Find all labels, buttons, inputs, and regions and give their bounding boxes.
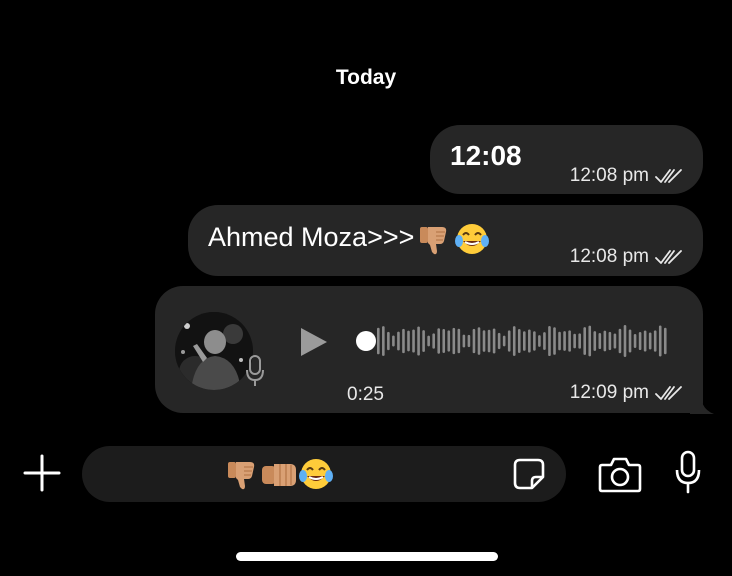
message-bubble-outgoing[interactable]: 12:08 12:08 pm	[430, 125, 703, 194]
waveform-bar	[628, 329, 632, 353]
message-text: Ahmed Moza>>>	[208, 222, 415, 253]
avatar	[175, 312, 253, 390]
message-time: 12:09 pm	[569, 382, 649, 403]
waveform-bar	[663, 327, 667, 355]
plus-icon[interactable]	[22, 453, 62, 493]
double-tick-icon	[655, 250, 682, 264]
waveform-bar	[467, 334, 471, 348]
voice-duration: 0:25	[347, 384, 384, 405]
tears-of-joy-icon	[455, 224, 490, 254]
message-meta: 12:08 pm	[570, 165, 683, 187]
waveform-bar	[392, 335, 395, 347]
waveform-bar	[608, 331, 612, 351]
waveform-bar	[507, 330, 511, 352]
waveform-bar	[533, 331, 536, 351]
waveform-bar	[407, 330, 410, 352]
microphone-icon	[246, 355, 264, 386]
double-tick-icon	[655, 386, 682, 400]
waveform-bar	[643, 330, 647, 352]
waveform-bar	[382, 326, 385, 356]
avatar-photo	[175, 312, 253, 390]
waveform-bar	[538, 335, 541, 347]
waveform-bar	[638, 331, 642, 351]
waveform-bar	[397, 331, 400, 351]
message-meta: 12:08 pm	[570, 246, 683, 268]
waveform-bar	[442, 329, 446, 353]
waveform-bar	[648, 332, 652, 350]
waveform-bar	[593, 331, 597, 351]
waveform-bar	[427, 335, 430, 347]
home-indicator[interactable]	[236, 552, 498, 561]
waveform-bar	[502, 335, 506, 347]
waveform-bar	[583, 327, 587, 355]
waveform-bar	[543, 332, 546, 350]
camera-icon[interactable]	[598, 455, 642, 493]
message-time: 12:08 pm	[569, 165, 649, 186]
waveform-bar	[482, 330, 486, 352]
waveform-bar	[623, 325, 627, 357]
waveform-bar	[517, 329, 521, 353]
waveform-bar	[573, 333, 576, 349]
waveform-bar	[437, 328, 441, 354]
date-separator: Today	[335, 66, 397, 89]
playhead-knob[interactable]	[356, 331, 376, 351]
waveform-bar	[598, 332, 602, 350]
waveform-bar	[422, 330, 425, 352]
sticker-icon[interactable]	[512, 457, 546, 491]
waveform-bar	[447, 330, 451, 352]
message-text: 12:08	[450, 140, 522, 171]
waveform-bar	[558, 331, 561, 351]
bubble-tail	[690, 388, 714, 414]
play-icon[interactable]	[299, 326, 329, 358]
waveform-bar	[497, 332, 501, 350]
waveform-bar	[512, 326, 516, 356]
waveform-bar	[588, 325, 592, 357]
waveform-bar	[613, 333, 617, 349]
waveform-bar	[653, 330, 657, 352]
waveform-bar	[417, 326, 420, 356]
waveform-bar	[487, 329, 491, 353]
waveform-bar	[462, 334, 466, 348]
waveform-bar	[452, 327, 456, 355]
tears-of-joy-icon	[299, 459, 333, 489]
waveform-bar	[553, 327, 556, 355]
waveform-bar	[457, 328, 461, 354]
thumbs-down-icon	[228, 462, 255, 490]
message-bubble-outgoing[interactable]: Ahmed Moza>>> 12:08 pm	[188, 205, 703, 276]
thumbs-down-icon	[420, 227, 447, 255]
waveform-bar	[472, 328, 476, 354]
waveform-bar	[402, 328, 405, 354]
waveform-bar	[548, 326, 551, 356]
microphone-icon[interactable]	[674, 450, 702, 494]
voice-message-bubble[interactable]: 0:25 12:09 pm	[155, 286, 703, 413]
waveform-bar	[477, 327, 481, 355]
message-meta: 12:09 pm	[570, 382, 683, 404]
waveform-bar	[523, 331, 526, 351]
waveform-bar	[603, 330, 607, 352]
waveform-bar	[658, 325, 662, 357]
message-time: 12:08 pm	[569, 246, 649, 267]
waveform-bar	[618, 328, 622, 354]
voice-waveform[interactable]	[355, 320, 675, 362]
double-tick-icon	[655, 169, 682, 183]
waveform-bar	[387, 331, 390, 351]
waveform-bar	[412, 329, 415, 353]
waveform-bar	[528, 329, 531, 353]
waveform-bar	[578, 333, 581, 349]
fist-bump-icon	[262, 464, 296, 486]
waveform-bar	[377, 327, 380, 355]
chat-screen: Today 12:08 12:08 pm Ahmed Moza>>> 12:08…	[0, 0, 732, 576]
waveform-bar	[432, 333, 435, 349]
waveform-bar	[563, 331, 566, 351]
waveform-bar	[633, 334, 637, 348]
message-input-draft	[224, 456, 334, 492]
message-input[interactable]	[82, 446, 566, 502]
waveform-bar	[492, 328, 496, 354]
message-text-row: Ahmed Moza>>>	[208, 221, 490, 257]
waveform-bar	[568, 330, 571, 352]
